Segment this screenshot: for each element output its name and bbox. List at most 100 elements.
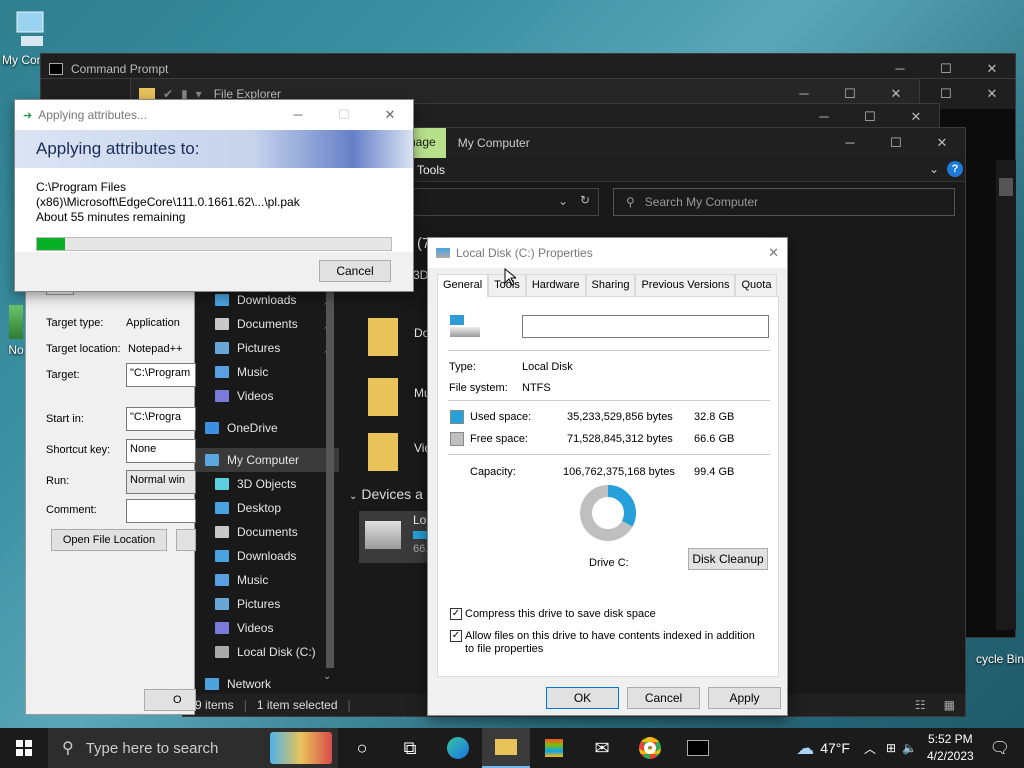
close-button[interactable]: ✕ — [969, 86, 1015, 102]
search-input[interactable]: ⚲ Search My Computer — [613, 188, 955, 216]
maximize-button[interactable]: ☐ — [923, 61, 969, 77]
minimize-button[interactable]: ─ — [275, 107, 321, 123]
nav-item-documents[interactable]: Documents📌 — [183, 312, 339, 336]
tab-previous-versions[interactable]: Previous Versions — [635, 274, 736, 296]
help-icon[interactable]: ? — [947, 161, 963, 177]
file-explorer-taskbar-icon[interactable] — [482, 728, 530, 768]
close-button[interactable]: ✕ — [367, 107, 413, 123]
background-window-4[interactable]: ─ ☐ ✕ — [400, 103, 940, 130]
maximize-button[interactable]: ☐ — [827, 86, 873, 102]
close-button[interactable]: ✕ — [873, 86, 919, 102]
comment-input[interactable] — [126, 499, 196, 523]
nav-item-label: 3D Objects — [237, 477, 297, 491]
start-in-input[interactable]: "C:\Progra — [126, 407, 196, 431]
tiles-view-icon[interactable]: ▦ — [944, 698, 955, 712]
edge-icon[interactable] — [434, 728, 482, 768]
nav-item-desktop[interactable]: Desktop — [183, 496, 339, 520]
ok-button[interactable]: OK — [546, 687, 619, 709]
maximize-button[interactable]: ☐ — [873, 135, 919, 151]
open-file-location-button[interactable]: Open File Location — [51, 529, 167, 551]
applying-attributes-dialog[interactable]: ➜ Applying attributes... ─ ☐ ✕ Applying … — [14, 99, 414, 292]
compress-checkbox[interactable]: ✓ — [450, 608, 462, 620]
tab-my-computer[interactable]: My Computer — [446, 136, 542, 150]
minimize-button[interactable]: ─ — [781, 86, 827, 102]
nav-item-my-computer[interactable]: My Computer — [183, 448, 339, 472]
store-icon[interactable] — [530, 728, 578, 768]
maximize-button[interactable]: ☐ — [847, 109, 893, 125]
content-item-documents[interactable]: Do — [368, 318, 429, 360]
nav-scrollbar[interactable]: ⌄ — [323, 288, 337, 688]
details-view-icon[interactable]: ☷ — [915, 698, 926, 712]
close-button[interactable]: ✕ — [768, 245, 779, 261]
cortana-icon[interactable]: ○ — [338, 728, 386, 768]
ribbon-expand-icon[interactable]: ⌄ — [929, 162, 939, 176]
nav-item-videos[interactable]: Videos — [183, 616, 339, 640]
drive-large-icon — [450, 315, 480, 337]
tab-manage[interactable]: nage — [409, 128, 446, 158]
maximize-button[interactable]: ☐ — [321, 107, 367, 123]
nav-item-downloads[interactable]: Downloads — [183, 544, 339, 568]
task-view-icon[interactable]: ⧉ — [386, 728, 434, 768]
nav-item-network[interactable]: Network — [183, 672, 339, 696]
content-item-music[interactable]: Mu — [368, 378, 431, 420]
close-button[interactable]: ✕ — [969, 61, 1015, 77]
disk-cleanup-button[interactable]: Disk Cleanup — [688, 548, 768, 570]
desktop-icon-notepad[interactable]: No — [6, 305, 26, 357]
chevron-down-icon[interactable]: ⌄ — [558, 194, 568, 208]
nav-item-videos[interactable]: Videos — [183, 384, 339, 408]
tab-sharing[interactable]: Sharing — [585, 274, 636, 296]
start-button[interactable] — [0, 728, 48, 768]
nav-item-documents[interactable]: Documents — [183, 520, 339, 544]
content-item-local-disk[interactable]: Lo 66. — [359, 511, 429, 563]
nav-item-music[interactable]: Music — [183, 360, 339, 384]
nav-item-pictures[interactable]: Pictures — [183, 592, 339, 616]
ok-button[interactable]: O — [144, 689, 196, 711]
change-icon-button[interactable] — [176, 529, 196, 551]
command-prompt-taskbar-icon[interactable] — [674, 728, 722, 768]
tab-quota[interactable]: Quota — [735, 274, 778, 296]
run-select[interactable]: Normal win — [126, 470, 196, 494]
maximize-button[interactable]: ☐ — [923, 86, 969, 102]
shortcut-key-input[interactable]: None — [126, 439, 196, 463]
desktop-icon-recycle-bin[interactable]: cycle Bin — [966, 652, 1024, 666]
drive-label-input[interactable] — [522, 315, 769, 338]
nav-item-local-disk-c-[interactable]: Local Disk (C:) — [183, 640, 339, 664]
nav-item-3d-objects[interactable]: 3D Objects — [183, 472, 339, 496]
nav-item-music[interactable]: Music — [183, 568, 339, 592]
cancel-button[interactable]: Cancel — [627, 687, 700, 709]
content-item-videos[interactable]: Vid — [368, 433, 431, 475]
network-icon[interactable]: ⊞ — [886, 741, 896, 755]
weather-temp[interactable]: 47°F — [820, 740, 850, 756]
tab-general[interactable]: General — [437, 274, 489, 297]
taskbar-search-input[interactable]: ⚲ Type here to search — [48, 728, 338, 768]
scrollbar[interactable] — [996, 160, 1016, 630]
scroll-down-icon[interactable]: ⌄ — [323, 671, 331, 682]
nav-item-onedrive[interactable]: OneDrive — [183, 416, 339, 440]
close-button[interactable]: ✕ — [893, 109, 939, 125]
weather-icon[interactable]: ☁ — [796, 738, 814, 759]
nav-scrollbar-thumb[interactable] — [326, 288, 334, 668]
cancel-button[interactable]: Cancel — [319, 260, 391, 282]
minimize-button[interactable]: ─ — [801, 109, 847, 125]
notifications-icon[interactable]: 🗨 — [990, 738, 1010, 758]
refresh-icon[interactable]: ↻ — [580, 193, 590, 207]
tab-hardware[interactable]: Hardware — [525, 274, 586, 296]
target-input[interactable]: "C:\Program — [126, 363, 196, 387]
chevron-down-icon[interactable]: ⌄ — [349, 491, 357, 502]
index-checkbox[interactable]: ✓ — [450, 630, 462, 642]
close-button[interactable]: ✕ — [919, 135, 965, 151]
address-bar[interactable]: ⌄ ↻ — [409, 188, 599, 216]
volume-icon[interactable]: 🔈 — [902, 741, 917, 755]
nav-item-pictures[interactable]: Pictures📌 — [183, 336, 339, 360]
shortcut-properties-window[interactable]: Target type: Application Target location… — [25, 280, 196, 715]
scrollbar-thumb[interactable] — [999, 178, 1013, 196]
tab-tools[interactable]: Tools — [417, 163, 445, 177]
minimize-button[interactable]: ─ — [877, 61, 923, 77]
chrome-icon[interactable] — [626, 728, 674, 768]
chevron-up-icon[interactable]: ︿ — [864, 740, 876, 757]
minimize-button[interactable]: ─ — [827, 135, 873, 151]
mail-icon[interactable]: ✉ — [578, 728, 626, 768]
clock[interactable]: 5:52 PM 4/2/2023 — [927, 731, 974, 765]
apply-button[interactable]: Apply — [708, 687, 781, 709]
local-disk-properties-dialog[interactable]: Local Disk (C:) Properties ✕ General Tool… — [427, 237, 788, 716]
